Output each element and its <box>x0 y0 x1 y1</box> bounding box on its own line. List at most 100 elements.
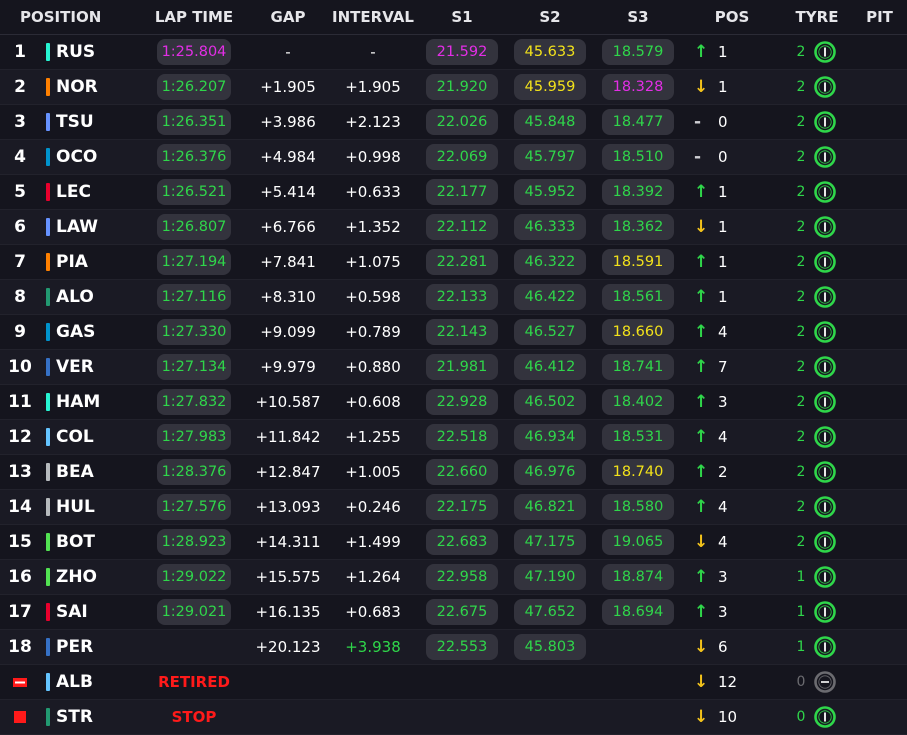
position-change: ↓ 10 <box>682 707 782 727</box>
header-s2[interactable]: S2 <box>506 8 594 26</box>
team-color <box>40 113 56 131</box>
s2-time-value: 46.422 <box>514 284 586 310</box>
arrow-up-icon: ↑ <box>694 497 709 517</box>
driver-code[interactable]: COL <box>56 427 140 447</box>
interval-value: +3.938 <box>345 638 401 656</box>
table-row[interactable]: ALB RETIRED ↓ 12 0 <box>0 665 907 700</box>
s2-sector: 45.848 <box>506 109 594 135</box>
table-row[interactable]: 1 RUS 1:25.804- -21.592 45.633 18.579 ↑ 1 2 <box>0 35 907 70</box>
driver-code[interactable]: ZHO <box>56 567 140 587</box>
medium-tyre-icon <box>813 215 837 239</box>
gap-value: +13.093 <box>255 498 321 516</box>
s1-sector: 22.660 <box>418 459 506 485</box>
table-row[interactable]: 7 PIA 1:27.194 +7.841 +1.075 22.281 46.322 18.5… <box>0 245 907 280</box>
tyre-info: 2 <box>782 110 852 134</box>
header-gap[interactable]: GAP <box>248 8 328 26</box>
s2-time-value: 47.652 <box>514 599 586 625</box>
position-change: -0 <box>682 147 782 167</box>
team-color-bar <box>46 183 50 201</box>
driver-code[interactable]: VER <box>56 357 140 377</box>
table-row[interactable]: 18 PER +20.123 +3.938 22.553 45.803 ↓ 6 1 <box>0 630 907 665</box>
header-pos[interactable]: POS <box>682 8 782 26</box>
position-change-value: 2 <box>718 463 728 481</box>
driver-code[interactable]: OCO <box>56 147 140 167</box>
driver-code[interactable]: HUL <box>56 497 140 517</box>
lap-time: 1:27.194 <box>140 249 248 275</box>
header-interval[interactable]: INTERVAL <box>328 8 418 26</box>
header-pit[interactable]: PIT <box>852 8 907 26</box>
header-position[interactable]: POSITION <box>0 8 140 26</box>
gap-value: +9.979 <box>260 358 316 376</box>
tyre-info: 2 <box>782 355 852 379</box>
position-number: 6 <box>14 217 26 237</box>
table-row[interactable]: 15 BOT 1:28.923 +14.311 +1.499 22.683 47.175 19… <box>0 525 907 560</box>
lap-time: 1:27.116 <box>140 284 248 310</box>
driver-code[interactable]: SAI <box>56 602 140 622</box>
table-row[interactable]: 6 LAW 1:26.807 +6.766 +1.352 22.112 46.333 18.3… <box>0 210 907 245</box>
table-row[interactable]: 4 OCO 1:26.376 +4.984 +0.998 22.069 45.797 18.5… <box>0 140 907 175</box>
driver-code[interactable]: ALO <box>56 287 140 307</box>
s1-time-value: 22.112 <box>426 214 498 240</box>
driver-code[interactable]: GAS <box>56 322 140 342</box>
position-change-value: 4 <box>718 533 728 551</box>
tyre-laps: 2 <box>796 184 806 200</box>
table-row[interactable]: 5 LEC 1:26.521 +5.414 +0.633 22.177 45.952 18.3… <box>0 175 907 210</box>
medium-tyre-icon <box>813 635 837 659</box>
table-row[interactable]: 11 HAM 1:27.832 +10.587 +0.608 22.928 46.502 18… <box>0 385 907 420</box>
driver-code[interactable]: RUS <box>56 42 140 62</box>
s1-sector: 22.675 <box>418 599 506 625</box>
driver-code[interactable]: NOR <box>56 77 140 97</box>
tyre-laps: 2 <box>796 394 806 410</box>
driver-code[interactable]: PIA <box>56 252 140 272</box>
header-s3[interactable]: S3 <box>594 8 682 26</box>
arrow-up-icon: ↑ <box>694 427 709 447</box>
lap-time-value: 1:26.521 <box>157 179 231 205</box>
position-number: 18 <box>8 637 32 657</box>
position-change-value: 10 <box>718 708 738 726</box>
table-row[interactable]: 16 ZHO 1:29.022 +15.575 +1.264 22.958 47.190 18… <box>0 560 907 595</box>
table-row[interactable]: 9 GAS 1:27.330 +9.099 +0.789 22.143 46.527 18.6… <box>0 315 907 350</box>
driver-code[interactable]: TSU <box>56 112 140 132</box>
s3-sector: 18.660 <box>594 319 682 345</box>
table-row[interactable]: 12 COL 1:27.983 +11.842 +1.255 22.518 46.934 18… <box>0 420 907 455</box>
driver-code[interactable]: LEC <box>56 182 140 202</box>
s1-time-value: 22.177 <box>426 179 498 205</box>
s1-time-value: 22.026 <box>426 109 498 135</box>
gap-value: +16.135 <box>255 603 321 621</box>
driver-code[interactable]: BEA <box>56 462 140 482</box>
interval-value: +1.905 <box>345 78 401 96</box>
position-change-value: 1 <box>718 218 728 236</box>
medium-tyre-icon <box>813 600 837 624</box>
driver-code[interactable]: BOT <box>56 532 140 552</box>
tyre-info: 2 <box>782 320 852 344</box>
table-row[interactable]: 2 NOR 1:26.207 +1.905 +1.905 21.920 45.959 18.3… <box>0 70 907 105</box>
table-row[interactable]: 13 BEA 1:28.376 +12.847 +1.005 22.660 46.976 18… <box>0 455 907 490</box>
driver-code[interactable]: HAM <box>56 392 140 412</box>
table-row[interactable]: STR STOP ↓ 10 0 <box>0 700 907 735</box>
timing-board: POSITION LAP TIME GAP INTERVAL S1 S2 S3 … <box>0 0 907 735</box>
position-number: 8 <box>14 287 26 307</box>
lap-time: 1:27.134 <box>140 354 248 380</box>
driver-code[interactable]: PER <box>56 637 140 657</box>
medium-tyre-icon <box>813 320 837 344</box>
position-change-value: 3 <box>718 568 728 586</box>
driver-code[interactable]: STR <box>56 707 140 727</box>
interval-value: - <box>370 43 376 61</box>
s2-sector: 46.322 <box>506 249 594 275</box>
lap-time: 1:27.330 <box>140 319 248 345</box>
arrow-up-icon: ↑ <box>694 567 709 587</box>
interval-value: +1.264 <box>345 568 401 586</box>
table-row[interactable]: 3 TSU 1:26.351 +3.986 +2.123 22.026 45.848 18.4… <box>0 105 907 140</box>
driver-code[interactable]: ALB <box>56 672 140 692</box>
header-s1[interactable]: S1 <box>418 8 506 26</box>
s2-time-value: 46.322 <box>514 249 586 275</box>
header-tyre[interactable]: TYRE <box>782 8 852 26</box>
table-row[interactable]: 10 VER 1:27.134 +9.979 +0.880 21.981 46.412 18.… <box>0 350 907 385</box>
s2-time-value: 45.848 <box>514 109 586 135</box>
gap-value: +7.841 <box>260 253 316 271</box>
table-row[interactable]: 8 ALO 1:27.116 +8.310 +0.598 22.133 46.422 18.5… <box>0 280 907 315</box>
driver-code[interactable]: LAW <box>56 217 140 237</box>
table-row[interactable]: 17 SAI 1:29.021 +16.135 +0.683 22.675 47.652 18… <box>0 595 907 630</box>
header-lap-time[interactable]: LAP TIME <box>140 8 248 26</box>
table-row[interactable]: 14 HUL 1:27.576 +13.093 +0.246 22.175 46.821 18… <box>0 490 907 525</box>
